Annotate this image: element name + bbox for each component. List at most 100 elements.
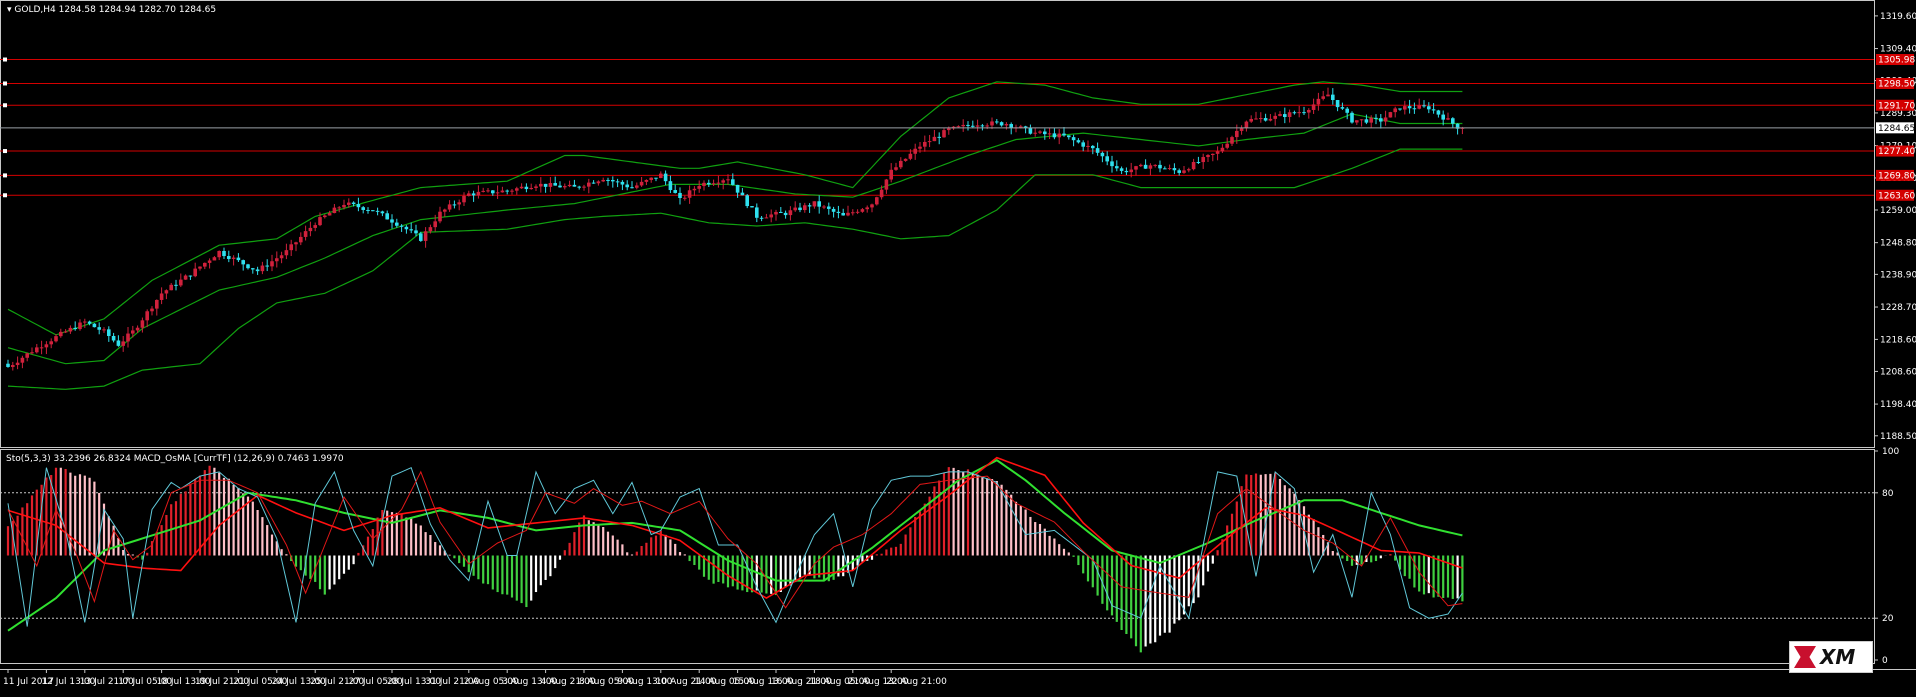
indicator-tick-label: 100	[1882, 447, 1899, 457]
candle-bull	[438, 211, 442, 222]
candle-bull	[1004, 124, 1009, 126]
price-tick-label: 1218.60	[1880, 335, 1916, 345]
candle-bull	[1220, 147, 1225, 152]
candle-bull	[198, 266, 202, 269]
candle-bear	[1427, 106, 1431, 110]
candle-bull	[697, 186, 701, 189]
time-tick-label: 22 Aug 21:00	[886, 677, 947, 687]
candle-bull	[1033, 132, 1037, 134]
candle-bear	[97, 327, 101, 330]
candle-bull	[102, 329, 106, 331]
candle-bull	[582, 186, 586, 188]
candle-bull	[1187, 169, 1191, 171]
candle-bear	[1283, 114, 1287, 118]
level-label: 1277.40	[1878, 147, 1915, 157]
candle-bull	[443, 209, 447, 212]
candle-bull	[961, 124, 965, 127]
xm-logo-text: XM	[1820, 645, 1856, 669]
candle-bear	[1422, 105, 1426, 107]
candle-bear	[1292, 112, 1297, 114]
candle-bear	[1124, 170, 1129, 173]
candle-bull	[279, 255, 284, 259]
candle-bull	[649, 177, 653, 180]
candle-bull	[942, 130, 946, 138]
candle-bear	[1110, 161, 1114, 167]
candle-bull	[44, 344, 49, 348]
candle-bear	[356, 204, 361, 208]
xm-logo: XM	[1789, 641, 1873, 673]
candle-bull	[337, 207, 341, 209]
candle-bear	[1143, 164, 1148, 169]
candle-bull	[447, 204, 452, 210]
candle-bull	[659, 173, 663, 178]
candle-bull	[1086, 145, 1090, 147]
candle-bear	[827, 206, 831, 209]
price-tick-label: 1188.50	[1880, 432, 1916, 442]
candle-bull	[985, 125, 989, 127]
candle-bull	[193, 268, 197, 277]
price-panel-frame	[0, 0, 1875, 448]
candle-bear	[404, 226, 409, 230]
candle-bull	[433, 221, 437, 228]
candle-bull	[313, 225, 317, 228]
candle-bull	[855, 211, 860, 213]
candle-bear	[971, 125, 975, 127]
candle-bear	[1407, 106, 1412, 109]
price-tick-label: 1319.60	[1880, 12, 1916, 22]
candle-bear	[663, 173, 668, 182]
candle-bull	[822, 206, 826, 208]
candle-bear	[1091, 145, 1095, 149]
candle-bear	[246, 264, 250, 269]
candle-bull	[183, 275, 188, 280]
candle-bull	[803, 205, 807, 211]
candle-bull	[299, 236, 303, 243]
indicator-header: Sto(5,3,3) 33.2396 26.8324 MACD_OsMA [Cu…	[6, 454, 344, 464]
collapse-arrow-icon[interactable]: ▾	[7, 5, 12, 15]
candle-bear	[735, 184, 740, 193]
candle-bull	[63, 331, 68, 333]
candle-bull	[327, 213, 332, 216]
candle-bull	[217, 250, 221, 258]
candle-bull	[1287, 112, 1292, 118]
candle-bull	[764, 217, 769, 219]
candle-bear	[351, 202, 356, 205]
candle-bull	[54, 336, 58, 342]
candle-bear	[116, 340, 121, 346]
candle-bull	[721, 180, 725, 183]
macd-main-line	[7, 456, 1463, 600]
candle-bull	[975, 125, 980, 127]
candle-bull	[179, 279, 183, 286]
candle-bull	[35, 347, 39, 353]
candle-bull	[692, 188, 697, 191]
candle-bear	[577, 186, 581, 188]
candle-bear	[1009, 124, 1013, 128]
candle-bull	[1297, 112, 1301, 114]
candle-bull	[78, 322, 82, 330]
candle-bull	[1307, 109, 1311, 113]
candle-bull	[1359, 119, 1364, 121]
candle-bear	[779, 211, 783, 213]
candle-bull	[1244, 121, 1249, 129]
candle-bear	[831, 208, 836, 212]
candle-bull	[683, 197, 687, 199]
price-chart[interactable]: 1319.601309.401299.401289.301279.101269.…	[0, 0, 1916, 693]
candle-bull	[990, 121, 994, 126]
candle-bear	[1062, 133, 1066, 136]
candle-bull	[812, 201, 817, 207]
candle-bear	[73, 327, 77, 330]
candle-bear	[750, 206, 754, 208]
candle-bull	[1417, 105, 1421, 109]
candle-bear	[707, 182, 711, 185]
candle-bull	[788, 210, 793, 216]
candle-bull	[1047, 133, 1052, 135]
level-label: 1305.98	[1878, 56, 1915, 66]
candle-bull	[519, 186, 524, 189]
candle-bull	[1326, 94, 1330, 97]
candle-bear	[1379, 118, 1383, 122]
candle-bull	[135, 327, 140, 331]
symbol-ohlc-label: GOLD,H4 1284.58 1284.94 1282.70 1284.65	[14, 5, 217, 15]
candle-bull	[30, 352, 34, 354]
candle-bear	[251, 268, 255, 270]
candle-bear	[452, 204, 457, 206]
candle-bull	[1139, 164, 1143, 167]
